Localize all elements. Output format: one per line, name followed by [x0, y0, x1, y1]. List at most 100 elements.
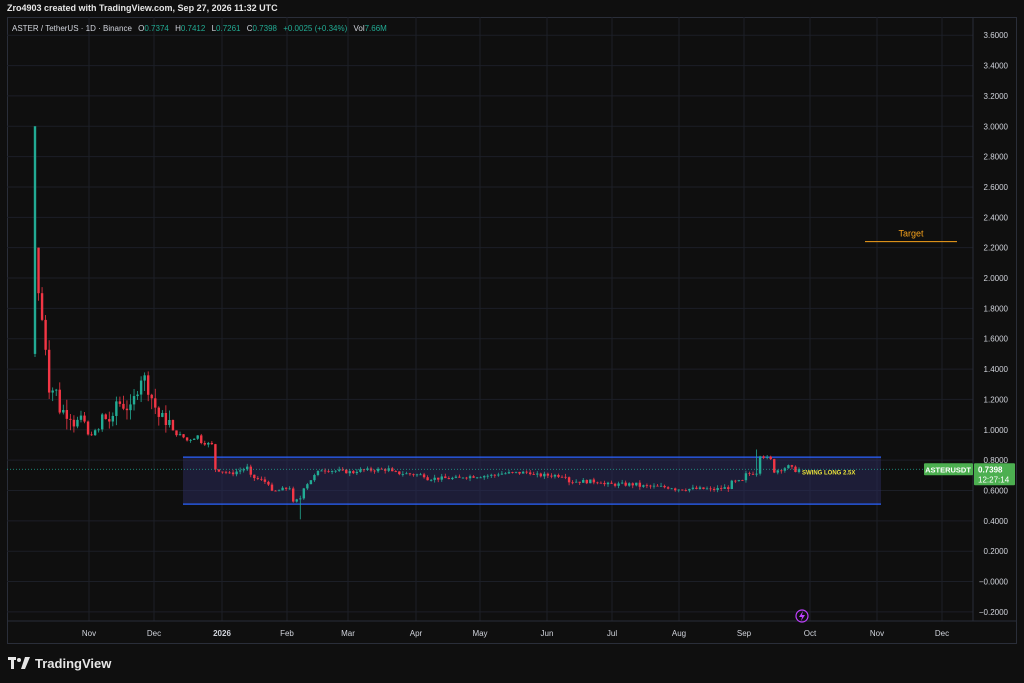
candle-body [550, 475, 553, 477]
candle-body [40, 293, 44, 320]
price-tick-label: 2.0000 [984, 274, 1009, 283]
candle-body [146, 375, 150, 395]
candle-body [797, 469, 801, 473]
candle-body [666, 487, 670, 489]
candle-body [741, 480, 744, 481]
candle-body [429, 479, 433, 481]
ohlc-legend: ASTER / TetherUS · 1D · Binance O0.7374 … [12, 24, 387, 33]
candle-body [405, 473, 408, 475]
candle-body [546, 473, 550, 476]
candle-body [189, 439, 192, 441]
candle-body [164, 412, 168, 426]
candle-body [299, 498, 302, 500]
price-tick-label: 0.6000 [984, 486, 1009, 495]
badge-price: 0.7398 [978, 465, 1003, 474]
candle-body [76, 419, 79, 427]
candle-body [79, 415, 83, 420]
time-tick-label: Feb [280, 629, 294, 638]
candle-body [518, 471, 521, 474]
candle-body [334, 470, 337, 472]
candle-body [461, 477, 465, 479]
swing-long-zone[interactable] [183, 457, 881, 505]
candle-body [178, 434, 182, 436]
candle-body [101, 414, 104, 430]
candle-body [136, 394, 139, 397]
candle-body [631, 483, 634, 486]
candle-body [316, 470, 320, 476]
candle-body [214, 444, 217, 470]
candle-body [684, 490, 688, 491]
price-tick-label: 1.6000 [984, 335, 1009, 344]
candle-body [55, 389, 58, 391]
time-axis[interactable]: Nov Dec 2026 Feb Mar Apr May Jun Jul Aug Sep Oct Nov… [82, 629, 949, 638]
candle-body [260, 478, 263, 480]
low-value: 0.7261 [216, 24, 241, 33]
price-axis[interactable]: 3.6000 3.4000 3.2000 3.0000 2.8000 2.6000 2.40… [7, 17, 1017, 622]
candle-body [62, 409, 65, 413]
zone-label[interactable]: SWING LONG 2.5X [802, 470, 855, 476]
candle-body [624, 482, 627, 486]
candle-body [210, 442, 214, 445]
candle-body [132, 396, 136, 405]
time-tick-label: May [472, 629, 487, 638]
candle-body [288, 488, 291, 490]
candle-body [677, 489, 680, 491]
candle-body [447, 478, 451, 480]
candle-body [437, 477, 440, 480]
candle-body [415, 474, 419, 476]
candle-body [313, 475, 316, 481]
candle-body [674, 488, 677, 491]
candle-body [638, 482, 642, 487]
footer-logo[interactable]: TradingView [8, 655, 111, 671]
badge-symbol: ASTERUSDT [925, 465, 971, 474]
time-tick-label: Jul [607, 629, 617, 638]
asterusdt-price-badge: ASTERUSDT 0.7398 12:27:14 [924, 463, 1015, 486]
candle-body [267, 481, 270, 485]
candle-body [521, 471, 525, 474]
time-tick-label: 2026 [213, 629, 231, 638]
candle-body [444, 476, 447, 479]
candle-body [168, 420, 171, 426]
symbol-title[interactable]: ASTER / TetherUS · 1D · Binance [12, 24, 132, 33]
time-tick-label: Nov [82, 629, 96, 638]
candle-body [635, 482, 638, 486]
candle-body [419, 474, 422, 476]
candle-body [47, 349, 51, 393]
candle-body [567, 477, 571, 483]
candle-body [161, 412, 164, 417]
target-label[interactable]: Target [898, 229, 924, 239]
price-tick-label: 1.4000 [984, 365, 1009, 374]
price-tick-label: 2.2000 [984, 244, 1009, 253]
candle-body [589, 479, 592, 484]
candle-body [228, 472, 231, 474]
candle-body [536, 473, 539, 475]
candle-body [125, 408, 129, 411]
candle-body [118, 401, 122, 404]
price-chart[interactable]: SWING LONG 2.5X Target 3.6000 3.4000 3.200… [7, 17, 1017, 644]
candle-body [306, 484, 309, 489]
candle-body [479, 477, 482, 479]
candle-body [790, 465, 794, 467]
price-tick-label: 0.4000 [984, 517, 1009, 526]
candle-body [231, 472, 235, 475]
candle-body [585, 479, 588, 484]
time-tick-label: Oct [804, 629, 817, 638]
candle-body [748, 473, 751, 475]
candle-body [773, 459, 776, 473]
candle-body [33, 126, 37, 354]
candle-body [751, 473, 755, 475]
price-tick-label: 2.4000 [984, 213, 1009, 222]
candle-body [150, 394, 153, 399]
candle-body [486, 475, 489, 477]
price-tick-label: 3.6000 [984, 31, 1009, 40]
candle-body [302, 488, 306, 499]
price-tick-label: 0.2000 [984, 547, 1009, 556]
candle-body [451, 477, 454, 480]
candle-body [730, 480, 733, 489]
candle-body [192, 438, 196, 440]
candle-body [309, 480, 313, 485]
watermark-bar: Zro4903 created with TradingView.com, Se… [0, 0, 1024, 17]
price-tick-label: 3.0000 [984, 122, 1009, 131]
candle-body [221, 471, 224, 473]
candle-body [465, 477, 468, 479]
